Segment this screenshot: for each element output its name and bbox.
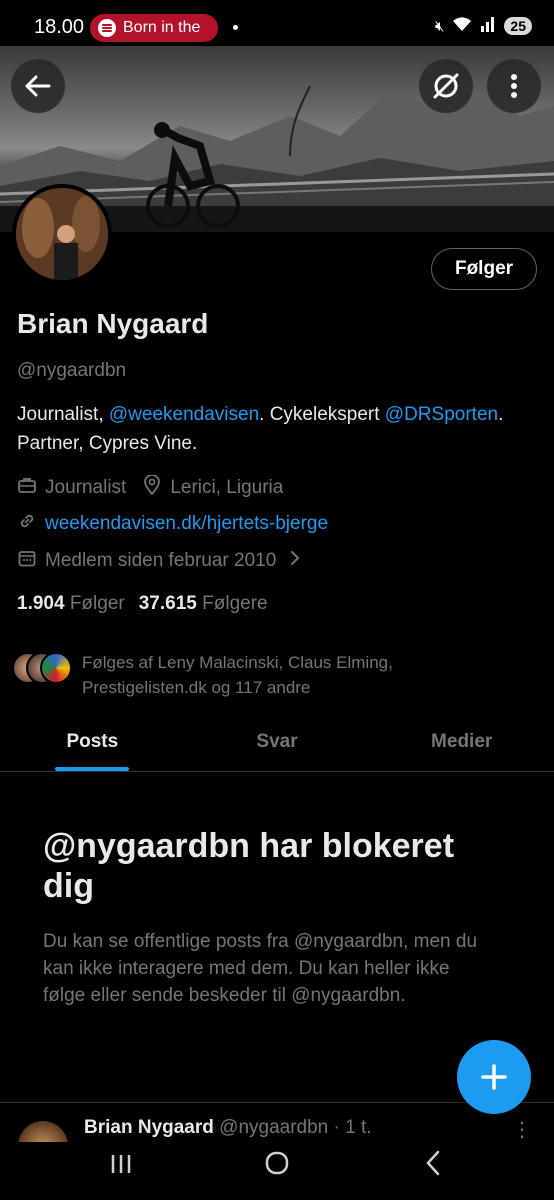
arrow-left-icon (25, 75, 51, 97)
clock: 18.00 (34, 16, 85, 38)
followers-you-know-avatars (12, 650, 74, 684)
notification-dot (233, 25, 238, 30)
followed-by-section[interactable]: Følges af Leny Malacinski, Claus Elming,… (12, 650, 512, 700)
home-button[interactable] (252, 1150, 302, 1183)
tab-replies[interactable]: Svar (185, 718, 370, 771)
profile-joined-date: Medlem siden februar 2010 (45, 549, 277, 571)
profile-avatar[interactable] (12, 184, 112, 284)
following-count-link[interactable]: 1.904 Følger (17, 593, 125, 615)
bio-text: Journalist, (17, 404, 109, 425)
profile-meta-joined[interactable]: Medlem siden februar 2010 (17, 549, 300, 572)
mini-avatar (40, 652, 72, 684)
followers-count-link[interactable]: 37.615 Følgere (139, 593, 268, 615)
now-playing-title: Born in the (123, 19, 201, 36)
system-icons: 🔇︎ 25 (435, 16, 532, 36)
recent-apps-icon (111, 1155, 131, 1173)
wifi-icon (452, 16, 472, 36)
followers-label: Følgere (202, 593, 268, 614)
chevron-right-icon (290, 550, 300, 572)
post-author-avatar[interactable] (18, 1121, 68, 1142)
followers-count: 37.615 (138, 593, 197, 614)
more-vertical-icon (511, 74, 517, 98)
spotify-icon (98, 19, 116, 37)
hide-slash-icon (433, 73, 459, 99)
follow-counts: 1.904 Følger 37.615 Følgere (17, 593, 268, 615)
blocked-title: @nygaardbn har blokeret dig (43, 827, 455, 905)
signal-icon (480, 16, 496, 36)
profile-tabs: Posts Svar Medier (0, 718, 554, 772)
status-bar: 18.00 Born in the 🔇︎ 25 (0, 0, 554, 50)
avatar-image (16, 188, 108, 280)
post-author-line: Brian Nygaard @nygaardbn · 1 t. (84, 1117, 372, 1139)
profile-website-link[interactable]: weekendavisen.dk/hjertets-bjerge (45, 513, 328, 535)
calendar-icon (17, 549, 37, 572)
post-author-meta: @nygaardbn · 1 t. (219, 1117, 372, 1138)
recent-apps-button[interactable] (96, 1150, 146, 1182)
bio-text: . Cykelekspert (259, 404, 385, 425)
post-more-icon[interactable]: ⋮ (512, 1117, 532, 1142)
tab-posts[interactable]: Posts (0, 718, 185, 771)
battery-indicator: 25 (504, 17, 532, 35)
system-back-button[interactable] (408, 1150, 458, 1183)
following-count: 1.904 (17, 593, 65, 614)
profile-meta-job-location: Journalist Lerici, Liguria (17, 474, 284, 500)
briefcase-icon (17, 477, 37, 498)
bio-mention-weekendavisen[interactable]: @weekendavisen (109, 404, 259, 425)
post-preview[interactable]: Brian Nygaard @nygaardbn · 1 t. ⋮ (0, 1102, 554, 1142)
profile-bio: Journalist, @weekendavisen. Cykelekspert… (17, 400, 537, 458)
profile-job: Journalist (45, 476, 127, 498)
mute-icon: 🔇︎ (434, 17, 445, 35)
system-navigation-bar (0, 1142, 554, 1200)
location-pin-icon (142, 474, 162, 500)
profile-meta-website: weekendavisen.dk/hjertets-bjerge (17, 512, 328, 535)
chevron-left-icon (426, 1150, 440, 1176)
more-options-button[interactable] (487, 59, 541, 113)
post-author-name: Brian Nygaard (84, 1117, 214, 1138)
hide-button[interactable] (419, 59, 473, 113)
back-button[interactable] (11, 59, 65, 113)
bio-mention-drsporten[interactable]: @DRSporten (385, 404, 498, 425)
profile-location: Lerici, Liguria (170, 476, 284, 498)
following-button[interactable]: Følger (431, 248, 537, 290)
profile-name: Brian Nygaard (17, 308, 209, 339)
following-label: Følger (69, 593, 125, 614)
now-playing-pill[interactable]: Born in the (90, 14, 218, 42)
followed-by-text: Følges af Leny Malacinski, Claus Elming,… (82, 653, 393, 697)
compose-post-button[interactable] (457, 1040, 531, 1114)
blocked-description: Du kan se offentlige posts fra @nygaardb… (43, 931, 478, 1006)
home-circle-icon (265, 1151, 289, 1175)
plus-icon (481, 1064, 507, 1090)
link-icon (17, 512, 37, 535)
tab-media[interactable]: Medier (369, 718, 554, 771)
profile-handle: @nygaardbn (17, 360, 127, 381)
